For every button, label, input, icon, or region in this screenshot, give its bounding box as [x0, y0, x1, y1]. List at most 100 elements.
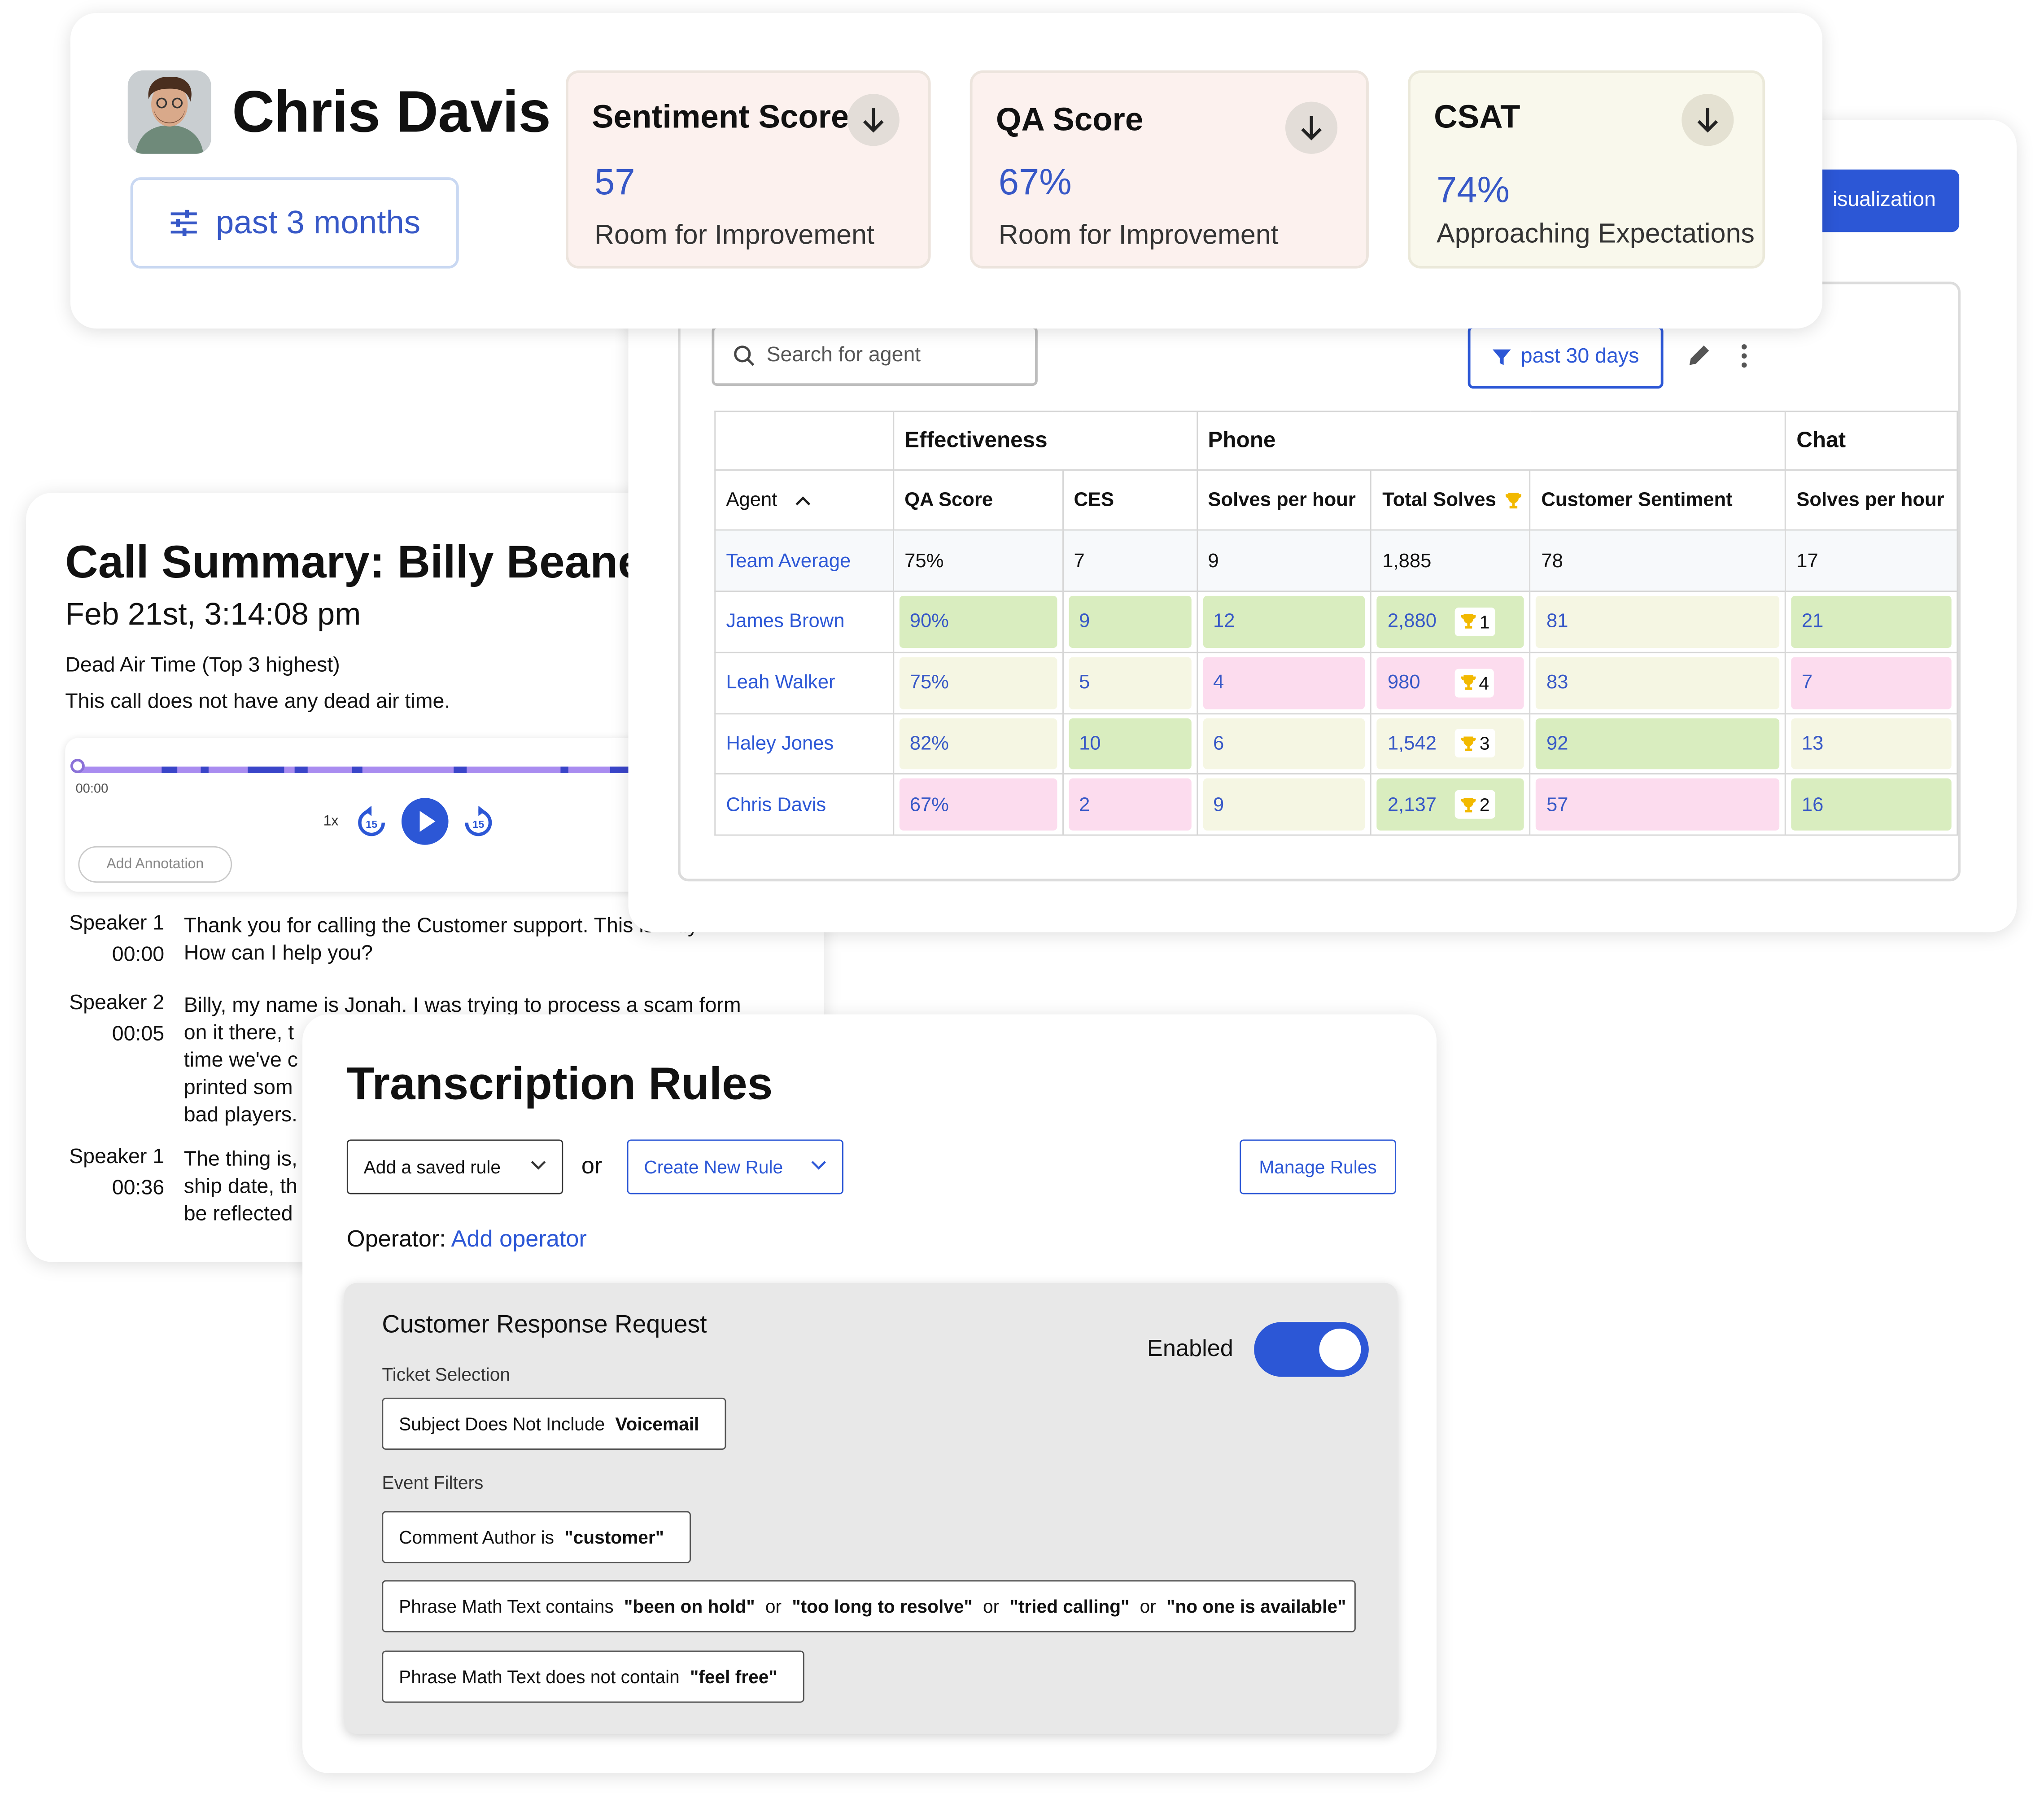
column-chat-solves-per-hour[interactable]: Solves per hour	[1785, 468, 1958, 531]
enabled-toggle[interactable]	[1254, 1322, 1369, 1377]
ticket-condition-chip[interactable]: Subject Does Not Include Voicemail	[382, 1397, 727, 1450]
transcription-rules-card: Transcription Rules Add a saved rule or …	[302, 1014, 1437, 1773]
play-icon[interactable]	[401, 798, 449, 845]
solves-per-hour-cell: 4	[1202, 656, 1366, 709]
chip-value: "customer"	[564, 1527, 664, 1548]
event-filter-chip[interactable]: Comment Author is "customer"	[382, 1511, 692, 1563]
call-date: Feb 21st, 3:14:08 pm	[65, 597, 361, 633]
trophy-icon	[1504, 492, 1523, 510]
qa-score-cell: 82%	[899, 717, 1057, 770]
column-agent[interactable]: Agent	[714, 468, 894, 531]
chip-value: "tried calling"	[1009, 1596, 1130, 1617]
qa-score-cell: 90%	[899, 596, 1057, 648]
table-row-team-average: Team Average 75% 7 9 1,885 78 17	[714, 529, 1958, 592]
total-solves-cell: 1,885	[1371, 529, 1531, 592]
chip-value: "too long to resolve"	[792, 1596, 973, 1617]
add-operator-link[interactable]: Add operator	[451, 1225, 587, 1251]
trophy-icon	[1461, 797, 1476, 812]
audio-timeline[interactable]	[75, 766, 663, 774]
enabled-label: Enabled	[1147, 1335, 1233, 1361]
total-solves-cell: 2,880 1	[1377, 596, 1524, 648]
chip-text: Phrase Math Text does not contain	[399, 1666, 680, 1687]
metric-value: 57	[594, 162, 635, 202]
ces-cell: 10	[1068, 717, 1191, 770]
agent-link[interactable]: Team Average	[726, 550, 851, 572]
column-total-solves[interactable]: Total Solves	[1371, 468, 1531, 531]
total-solves-value: 980	[1387, 671, 1420, 694]
manage-rules-button[interactable]: Manage Rules	[1240, 1139, 1396, 1194]
column-ces[interactable]: CES	[1062, 468, 1198, 531]
dead-air-heading: Dead Air Time (Top 3 highest)	[65, 654, 340, 677]
agent-link[interactable]: James Brown	[726, 611, 844, 633]
dead-air-text: This call does not have any dead air tim…	[65, 691, 450, 713]
header-spacer	[714, 411, 894, 470]
transcript-text: How can I help you?	[183, 942, 373, 965]
rewind-icon[interactable]: 15	[354, 805, 389, 840]
qa-score-card[interactable]: QA Score 67% Room for Improvement	[970, 70, 1369, 269]
saved-rule-select[interactable]: Add a saved rule	[346, 1139, 563, 1194]
chat-solves-cell: 17	[1785, 529, 1958, 592]
speaker-time: 00:05	[112, 1023, 165, 1046]
group-effectiveness: Effectiveness	[892, 411, 1198, 470]
visualization-button[interactable]: isualization	[1814, 169, 1960, 232]
playhead-handle[interactable]	[70, 759, 85, 774]
agent-link[interactable]: Haley Jones	[726, 733, 834, 755]
chip-text: Comment Author is	[399, 1527, 555, 1548]
date-filter-button[interactable]: past 30 days	[1467, 326, 1664, 389]
speaker-label: Speaker 1	[69, 1146, 165, 1168]
total-solves-cell: 980 4	[1377, 656, 1524, 709]
rank-number: 2	[1479, 794, 1490, 815]
more-options-icon[interactable]	[1736, 341, 1752, 370]
rank-number: 1	[1479, 611, 1490, 633]
total-solves-cell: 1,542 3	[1377, 717, 1524, 770]
agent-table: Effectiveness Phone Chat Agent QA Score …	[714, 411, 1958, 836]
edit-icon[interactable]	[1684, 341, 1713, 370]
date-filter-label: past 30 days	[1520, 345, 1639, 368]
time-range-button[interactable]: past 3 months	[130, 177, 459, 269]
chevron-down-icon	[811, 1160, 826, 1171]
event-filter-chip[interactable]: Phrase Math Text does not contain "feel f…	[382, 1650, 805, 1703]
ces-cell: 2	[1068, 779, 1191, 831]
table-row: Leah Walker 75% 5 4 980 4 83 7	[714, 652, 1958, 714]
solves-per-hour-cell: 9	[1196, 529, 1372, 592]
chip-value: Voicemail	[615, 1413, 699, 1435]
sentiment-score-card[interactable]: Sentiment Score 57 Room for Improvement	[566, 70, 931, 269]
qa-score-cell: 67%	[899, 779, 1057, 831]
operator-row: Operator: Add operator	[347, 1225, 587, 1253]
agent-name[interactable]: Team Average	[714, 529, 894, 592]
column-qa-score[interactable]: QA Score	[892, 468, 1064, 531]
agent-name[interactable]: Leah Walker	[714, 652, 894, 714]
agent-link[interactable]: Leah Walker	[726, 672, 835, 694]
svg-text:15: 15	[366, 818, 377, 830]
rank-number: 3	[1479, 733, 1490, 754]
create-rule-select[interactable]: Create New Rule	[627, 1139, 843, 1194]
agent-name[interactable]: James Brown	[714, 591, 894, 653]
playback-speed[interactable]: 1x	[323, 814, 339, 829]
agent-search-input[interactable]: Search for agent	[712, 326, 1038, 386]
rank-number: 4	[1479, 672, 1489, 693]
select-label: Add a saved rule	[363, 1156, 501, 1177]
chip-or: or	[1140, 1596, 1156, 1617]
column-phone-solves-per-hour[interactable]: Solves per hour	[1196, 468, 1372, 531]
svg-text:15: 15	[472, 818, 484, 830]
csat-card[interactable]: CSAT 74% Approaching Expectations	[1408, 70, 1765, 269]
agent-name[interactable]: Haley Jones	[714, 712, 894, 775]
agent-name[interactable]: Chris Davis	[714, 773, 894, 836]
chat-solves-cell: 16	[1791, 779, 1952, 831]
speaker-time: 00:36	[112, 1177, 165, 1200]
column-customer-sentiment[interactable]: Customer Sentiment	[1529, 468, 1786, 531]
arrow-down-icon	[1285, 101, 1338, 154]
agent-link[interactable]: Chris Davis	[726, 793, 826, 815]
search-icon	[733, 344, 756, 367]
event-filter-chip[interactable]: Phrase Math Text contains "been on hold"…	[382, 1580, 1356, 1632]
sort-ascending-icon[interactable]	[796, 495, 812, 506]
add-annotation-button[interactable]: Add Annotation	[78, 846, 232, 883]
trophy-icon	[1461, 614, 1476, 629]
solves-per-hour-cell: 6	[1202, 717, 1366, 770]
chip-or: or	[765, 1596, 782, 1617]
rank-badge: 2	[1454, 790, 1495, 819]
chip-value: "been on hold"	[624, 1596, 755, 1617]
forward-icon[interactable]: 15	[462, 805, 496, 840]
arrow-down-icon	[1681, 94, 1734, 146]
sentiment-cell: 78	[1529, 529, 1786, 592]
